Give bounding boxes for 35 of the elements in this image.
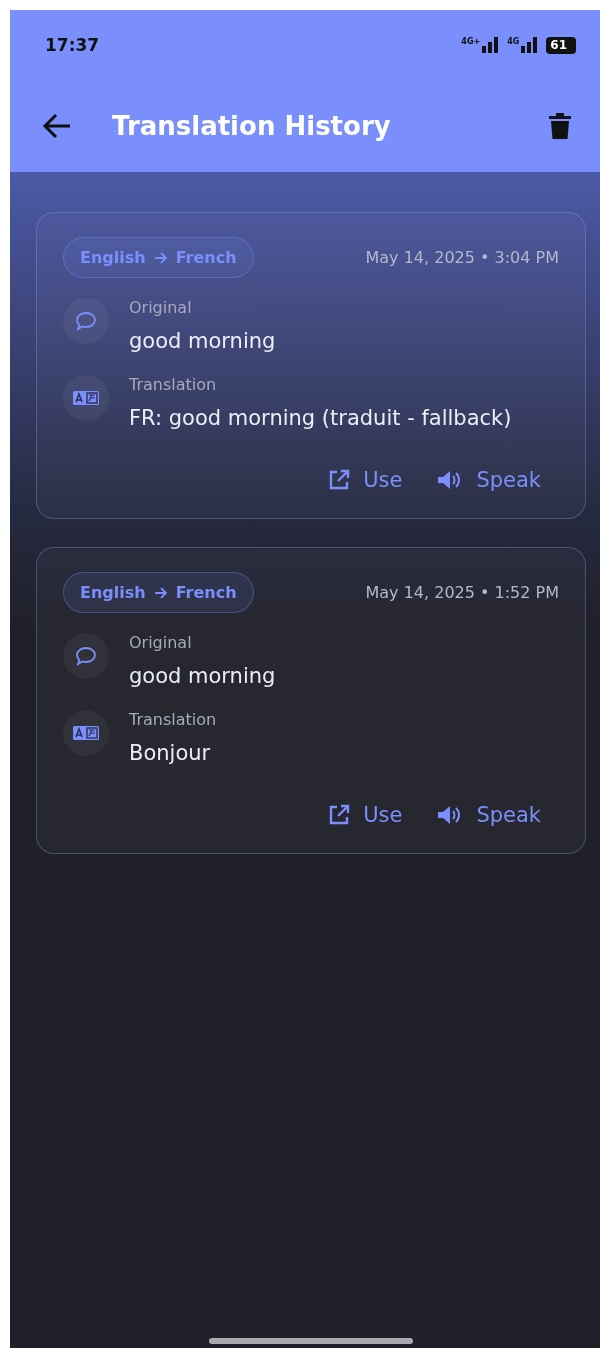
- arrow-right-icon: [153, 251, 168, 264]
- use-button[interactable]: Use: [327, 468, 403, 492]
- language-label: English: [80, 248, 146, 267]
- translation-text: Bonjour: [129, 740, 212, 767]
- network-type: 4G+: [461, 37, 481, 46]
- back-button[interactable]: [42, 113, 72, 139]
- language-label: English: [80, 583, 146, 602]
- translate-icon: [63, 375, 109, 421]
- signal-icon: [520, 37, 539, 53]
- status-time: 17:37: [45, 35, 100, 55]
- network-type: 4G: [507, 37, 520, 46]
- field-label: Original: [129, 298, 193, 317]
- battery-icon: 61: [546, 36, 576, 54]
- speak-button[interactable]: Speak: [436, 468, 541, 492]
- chat-bubble-icon: [63, 298, 109, 344]
- external-link-icon: [327, 468, 352, 492]
- delete-button[interactable]: [548, 112, 572, 140]
- speak-button[interactable]: Speak: [436, 803, 541, 827]
- field-label: Translation: [129, 375, 218, 394]
- translation-text: FR: good morning (traduit - fallback): [129, 405, 512, 432]
- field-label: Original: [129, 633, 193, 652]
- language-label: French: [175, 248, 237, 267]
- chat-bubble-icon: [63, 633, 109, 679]
- translate-icon: [63, 710, 109, 756]
- page-title: Translation History: [112, 111, 392, 141]
- signal-icon: [481, 37, 500, 53]
- use-button[interactable]: Use: [327, 803, 403, 827]
- field-label: Translation: [129, 710, 217, 729]
- timestamp: May 14, 2025 • 1:52 PM: [365, 583, 559, 602]
- external-link-icon: [327, 803, 352, 827]
- original-text: good morning: [129, 663, 276, 690]
- timestamp: May 14, 2025 • 3:04 PM: [365, 248, 559, 267]
- arrow-right-icon: [153, 586, 168, 599]
- language-label: French: [175, 583, 237, 602]
- original-text: good morning: [129, 328, 276, 355]
